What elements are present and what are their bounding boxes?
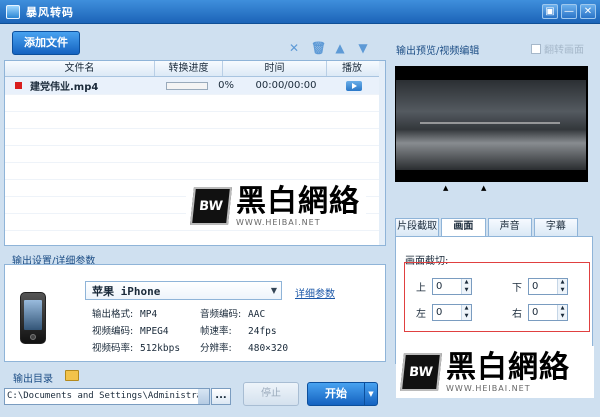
progress-cell: 0% [162,80,240,91]
watermark-text-2: 黑白網絡 WWW.HEIBAI.NET [446,349,570,393]
param-audio-codec: 音频编码: AAC [200,309,266,320]
param-resolution: 分辨率: 480×320 [200,343,289,354]
tab-picture[interactable]: 画面 [441,218,486,236]
crop-right-input[interactable]: 0 ▲ ▼ [528,304,568,321]
list-item [5,129,385,146]
crop-top-label: 上 [416,283,426,294]
down-arrow-icon[interactable]: ▼ [357,42,369,54]
flip-label: 翻转画面 [544,45,584,56]
watermark-logo: BW [190,187,232,225]
tab-clip[interactable]: 片段截取 [395,218,440,236]
minimize-icon[interactable]: — [561,4,577,19]
crop-bottom: 下 0 ▲ ▼ [512,278,568,295]
crop-left-input[interactable]: 0 ▲ ▼ [432,304,472,321]
start-dropdown-icon[interactable]: ▼ [364,382,378,406]
device-select-value: 苹果 iPhone [92,284,161,298]
iphone-icon [20,292,46,344]
preview-section-title: 输出预览/视频编辑 [396,46,480,57]
list-item [5,146,385,163]
header-play[interactable]: 播放 [327,61,377,76]
watermark-title-2: 黑白網絡 [446,349,570,385]
watermark-text: 黑白網絡 WWW.HEIBAI.NET [236,183,360,227]
file-name: 建党伟业.mp4 [30,82,99,93]
edit-tabs: 片段截取 画面 声音 字幕 [395,218,578,236]
param-video-bitrate: 视频码率: 512kbps [92,343,181,354]
output-path-field[interactable]: C:\Documents and Settings\Administra [4,388,210,405]
crop-left: 左 0 ▲ ▼ [416,304,472,321]
close-window-icon[interactable]: ✕ [580,4,596,19]
file-time: 00:00/00:00 [255,80,317,91]
tab-audio[interactable]: 声音 [487,218,532,236]
watermark-title: 黑白網絡 [236,183,360,219]
details-link[interactable]: 详细参数 [295,285,335,300]
list-scrollbar[interactable] [379,61,385,245]
checkbox-icon [531,43,541,54]
window-controls: ▣ — ✕ [542,4,596,19]
param-fps: 帧速率: 24fps [200,326,277,337]
settings-panel [4,264,386,362]
crop-bottom-input[interactable]: 0 ▲ ▼ [528,278,568,295]
window-title: 暴风转码 [26,5,74,19]
status-icon [15,82,22,89]
close-icon[interactable]: ✕ [288,42,300,54]
path-scroll-icon[interactable] [198,389,209,404]
flip-checkbox[interactable]: 翻转画面 [531,41,584,56]
header-time[interactable]: 时间 [223,61,327,76]
stop-button[interactable]: 停止 [243,382,299,406]
trim-start-icon[interactable]: ▲ [443,184,448,192]
list-item [5,163,385,180]
folder-icon[interactable] [65,370,79,381]
watermark-top: BW 黑白網絡 WWW.HEIBAI.NET [186,184,366,228]
file-list-header: 文件名 转换进度 时间 播放 [5,61,385,77]
title-bar: 暴风转码 ▣ — ✕ [0,0,600,24]
start-button[interactable]: 开始 [307,382,365,406]
video-frame [396,80,586,170]
crop-bottom-label: 下 [512,283,522,294]
crop-top-input[interactable]: 0 ▲ ▼ [432,278,472,295]
list-toolbar: ✕ 🗑 ▲ ▼ [288,42,369,54]
progress-bar [166,81,208,90]
device-select[interactable]: 苹果 iPhone ▼ [85,281,282,300]
trim-markers: ▲ ▲ [395,184,588,194]
app-icon [6,4,20,19]
watermark-url-2: WWW.HEIBAI.NET [446,383,531,393]
tab-subtitle[interactable]: 字幕 [533,218,578,236]
watermark-bottom: BW 黑白網絡 WWW.HEIBAI.NET [396,346,594,398]
watermark-url: WWW.HEIBAI.NET [236,217,321,227]
restore-icon[interactable]: ▣ [542,4,558,19]
crop-box [404,262,590,332]
add-file-button[interactable]: 添加文件 [12,31,80,55]
progress-percent: 0% [218,80,234,91]
trash-icon[interactable]: 🗑 [311,42,326,54]
header-progress[interactable]: 转换进度 [155,61,223,76]
list-item [5,95,385,112]
crop-top: 上 0 ▲ ▼ [416,278,472,295]
header-filename[interactable]: 文件名 [5,61,155,76]
play-icon[interactable] [346,80,362,91]
list-item [5,112,385,129]
video-subtitle-line [420,122,560,124]
browse-button[interactable]: ... [211,388,231,405]
trim-end-icon[interactable]: ▲ [481,184,486,192]
up-arrow-icon[interactable]: ▲ [334,42,346,54]
crop-right: 右 0 ▲ ▼ [512,304,568,321]
watermark-logo-2: BW [400,353,442,391]
param-video-codec: 视频编码: MPEG4 [92,326,169,337]
crop-left-label: 左 [416,309,426,320]
output-dir-label: 输出目录 [13,374,53,385]
param-format: 输出格式: MP4 [92,309,158,320]
chevron-down-icon: ▼ [270,286,278,295]
table-row[interactable]: 建党伟业.mp4 0% 00:00/00:00 [5,77,385,95]
crop-right-label: 右 [512,309,522,320]
